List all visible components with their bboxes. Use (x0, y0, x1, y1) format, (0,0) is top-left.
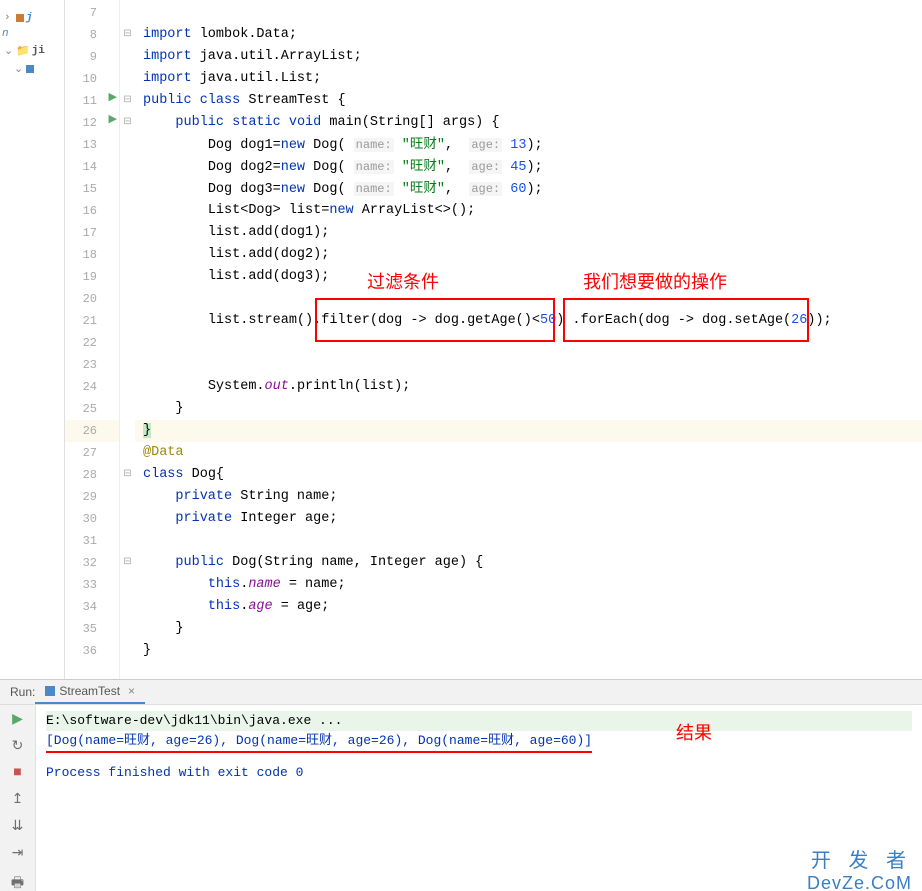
line-number: 19 (65, 266, 119, 288)
up-button[interactable]: ↥ (12, 791, 24, 808)
tree-item[interactable]: n (0, 26, 64, 42)
tree-item[interactable]: ›j (0, 10, 64, 26)
run-panel-header: Run: StreamTest × (0, 680, 922, 705)
wrap-button[interactable]: ⇥ (12, 845, 24, 862)
line-number: 16 (65, 200, 119, 222)
line-number: 22 (65, 332, 119, 354)
line-number-gutter[interactable]: 7 8 9 10 11 12 13 14 15 16 17 18 19 20 2… (65, 0, 120, 679)
line-number: 18 (65, 244, 119, 266)
run-gutter-icon[interactable]: ▶ (109, 90, 117, 104)
run-tab[interactable]: StreamTest × (35, 680, 145, 704)
run-tab-name: StreamTest (59, 684, 120, 698)
line-number: 26 (65, 420, 119, 442)
line-number: 23 (65, 354, 119, 376)
line-number: 15 (65, 178, 119, 200)
line-number: 21 (65, 310, 119, 332)
run-button[interactable]: ▶ (12, 711, 23, 728)
stop-button[interactable]: ■ (13, 765, 21, 781)
annotation-result-label: 结果 (676, 719, 712, 745)
watermark: 开 发 者 DevZe.CoM (807, 844, 912, 891)
annotation-box-foreach (563, 298, 809, 342)
line-number: 28 (65, 464, 119, 486)
run-config-icon (45, 686, 55, 696)
run-gutter-icon[interactable]: ▶ (109, 112, 117, 126)
line-number: 8 (65, 24, 119, 46)
console-output[interactable]: E:\software-dev\jdk11\bin\java.exe ... [… (36, 705, 922, 891)
line-number: 14 (65, 156, 119, 178)
run-toolbar: ▶ ↻ ■ ↥ ⇊ ⇥ 🖶 (0, 705, 36, 891)
annotation-foreach-label: 我们想要做的操作 (583, 268, 727, 294)
project-tree[interactable]: ›j n ⌄📁ji ⌄ (0, 0, 65, 679)
line-number: 9 (65, 46, 119, 68)
print-button[interactable]: 🖶 (11, 872, 24, 891)
line-number: 25 (65, 398, 119, 420)
console-cmd: E:\software-dev\jdk11\bin\java.exe ... (46, 711, 912, 731)
rerun-button[interactable]: ↻ (12, 738, 24, 755)
line-number: 7 (65, 2, 119, 24)
code-editor[interactable]: import lombok.Data; import java.util.Arr… (135, 0, 922, 679)
line-number: 32 (65, 552, 119, 574)
line-number: 36 (65, 640, 119, 662)
annotation-box-filter (315, 298, 555, 342)
close-icon[interactable]: × (128, 684, 135, 698)
line-number: 27 (65, 442, 119, 464)
tree-item[interactable]: ⌄ (0, 60, 64, 78)
tree-item[interactable]: ⌄📁ji (0, 42, 64, 60)
line-number: 33 (65, 574, 119, 596)
editor-area: ›j n ⌄📁ji ⌄ 7 8 9 10 11 12 13 14 15 16 1… (0, 0, 922, 680)
line-number: 31 (65, 530, 119, 552)
line-number: 17 (65, 222, 119, 244)
annotation-filter-label: 过滤条件 (367, 268, 439, 294)
console-exit: Process finished with exit code 0 (46, 763, 912, 783)
fold-column[interactable]: ⊟ ⊟⊟ ⊟ ⊟ (120, 0, 135, 679)
line-number: 20 (65, 288, 119, 310)
console-result: [Dog(name=旺财, age=26), Dog(name=旺财, age=… (46, 731, 592, 753)
run-label: Run: (10, 685, 35, 699)
line-number: 30 (65, 508, 119, 530)
run-panel: Run: StreamTest × ▶ ↻ ■ ↥ ⇊ ⇥ 🖶 E:\softw… (0, 680, 922, 845)
line-number: 29 (65, 486, 119, 508)
down-button[interactable]: ⇊ (12, 818, 24, 835)
line-number: 35 (65, 618, 119, 640)
line-number: 24 (65, 376, 119, 398)
line-number: 10 (65, 68, 119, 90)
line-number: 13 (65, 134, 119, 156)
line-number: 34 (65, 596, 119, 618)
